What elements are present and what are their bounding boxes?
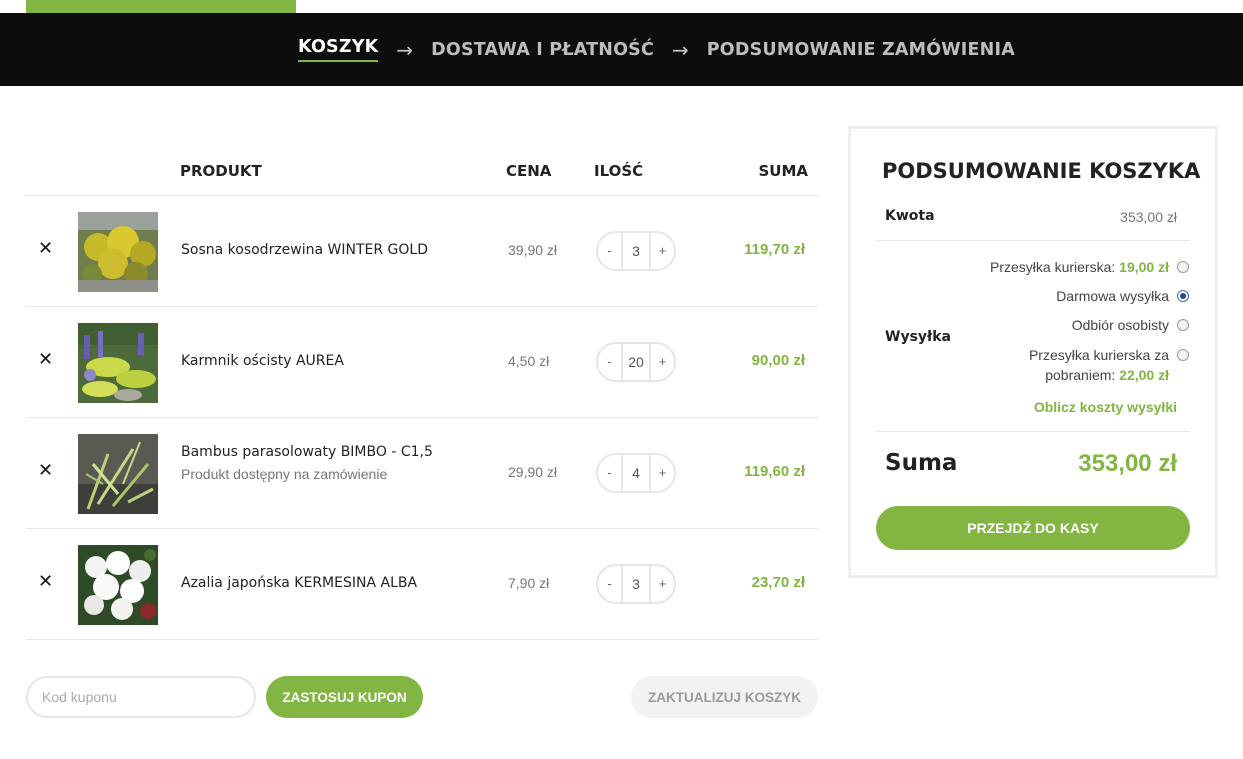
remove-item-icon[interactable]: ✕ <box>38 349 53 370</box>
cart-totals-panel: PODSUMOWANIE KOSZYKA Kwota 353,00 zł Wys… <box>848 126 1218 578</box>
decrement-button[interactable]: - <box>598 344 621 380</box>
line-total: 90,00 zł <box>751 352 805 369</box>
quantity-input[interactable]: 4 <box>621 455 651 491</box>
cart-row: ✕ Azalia japońska KERMESINA ALBA 7,90 zł… <box>26 529 818 640</box>
line-total: 23,70 zł <box>751 574 805 591</box>
shipping-option-cod[interactable]: Przesyłka kurierska za pobraniem: 22,00 … <box>1029 345 1189 385</box>
step-delivery-payment[interactable]: DOSTAWA I PŁATNOŚĆ <box>431 40 654 60</box>
shipping-option-label: Przesyłka kurierska: <box>990 259 1116 275</box>
line-total: 119,60 zł <box>744 463 805 480</box>
subtotal-value: 353,00 zł <box>1120 209 1177 225</box>
column-header-total: SUMA <box>758 162 808 180</box>
update-cart-button[interactable]: ZAKTUALIZUJ KOSZYK <box>631 676 818 718</box>
quantity-stepper: - 3 + <box>596 231 676 271</box>
increment-button[interactable]: + <box>651 566 674 602</box>
calculate-shipping-link[interactable]: Oblicz koszty wysyłki <box>1034 399 1177 415</box>
cart-table-header: PRODUKT CENA ILOŚĆ SUMA <box>26 150 818 196</box>
cart-row: ✕ Bambus parasolowaty BIMBO - C1,5 Produ… <box>26 418 818 529</box>
column-header-product: PRODUKT <box>180 162 262 180</box>
product-price: 39,90 zł <box>508 242 558 258</box>
shipping-option-pickup[interactable]: Odbiór osobisty <box>1072 315 1189 335</box>
shipping-option-free[interactable]: Darmowa wysyłka <box>1056 286 1189 306</box>
column-header-qty: ILOŚĆ <box>594 162 644 180</box>
product-image[interactable] <box>78 323 158 403</box>
subtotal-label: Kwota <box>885 208 935 224</box>
top-accent-bar <box>26 0 296 13</box>
radio-button[interactable] <box>1177 349 1189 361</box>
cart-row: ✕ Sosna kosodrzewina WINTER GOLD 39,90 z… <box>26 196 818 307</box>
shipping-option-label-line2: pobraniem: <box>1045 367 1116 383</box>
shipping-option-price: 22,00 zł <box>1119 367 1169 383</box>
quantity-stepper: - 4 + <box>596 453 676 493</box>
quantity-stepper: - 3 + <box>596 564 676 604</box>
order-total-value: 353,00 zł <box>1078 450 1177 477</box>
line-total: 119,70 zł <box>744 241 805 258</box>
product-name[interactable]: Bambus parasolowaty BIMBO - C1,5 <box>181 444 433 460</box>
availability-note: Produkt dostępny na zamówienie <box>181 466 388 482</box>
order-total-label: Suma <box>885 450 958 476</box>
product-name[interactable]: Karmnik ościsty AUREA <box>181 353 344 369</box>
apply-coupon-button[interactable]: ZASTOSUJ KUPON <box>266 676 423 718</box>
divider <box>876 431 1190 432</box>
product-image[interactable] <box>78 434 158 514</box>
product-image[interactable] <box>78 545 158 625</box>
quantity-input[interactable]: 20 <box>621 344 651 380</box>
coupon-code-input[interactable] <box>26 676 256 718</box>
cart-totals-title: PODSUMOWANIE KOSZYKA <box>882 159 1201 183</box>
step-cart[interactable]: KOSZYK <box>298 37 379 62</box>
step-order-summary[interactable]: PODSUMOWANIE ZAMÓWIENIA <box>707 40 1015 60</box>
increment-button[interactable]: + <box>651 455 674 491</box>
increment-button[interactable]: + <box>651 233 674 269</box>
remove-item-icon[interactable]: ✕ <box>38 460 53 481</box>
product-name[interactable]: Azalia japońska KERMESINA ALBA <box>181 575 417 591</box>
quantity-input[interactable]: 3 <box>621 566 651 602</box>
radio-button[interactable] <box>1177 319 1189 331</box>
product-name[interactable]: Sosna kosodrzewina WINTER GOLD <box>181 242 428 258</box>
shipping-option-label-line1: Przesyłka kurierska za <box>1028 347 1169 363</box>
shipping-option-label: Odbiór osobisty <box>1071 317 1169 333</box>
shipping-option-label: Darmowa wysyłka <box>1056 288 1169 304</box>
divider <box>876 240 1190 241</box>
quantity-input[interactable]: 3 <box>621 233 651 269</box>
arrow-right-icon: → <box>672 37 689 62</box>
product-price: 4,50 zł <box>508 353 550 369</box>
remove-item-icon[interactable]: ✕ <box>38 571 53 592</box>
cart-table: PRODUKT CENA ILOŚĆ SUMA ✕ Sosna kosodrze… <box>26 150 818 640</box>
arrow-right-icon: → <box>396 37 414 62</box>
shipping-option-courier[interactable]: Przesyłka kurierska: 19,00 zł <box>990 257 1189 277</box>
product-image[interactable] <box>78 212 158 292</box>
remove-item-icon[interactable]: ✕ <box>38 238 53 259</box>
decrement-button[interactable]: - <box>598 455 621 491</box>
shipping-option-price: 19,00 zł <box>1119 259 1169 275</box>
checkout-steps: KOSZYK → DOSTAWA I PŁATNOŚĆ → PODSUMOWAN… <box>298 37 1015 62</box>
quantity-stepper: - 20 + <box>596 342 676 382</box>
product-price: 29,90 zł <box>508 464 558 480</box>
radio-button-checked[interactable] <box>1177 290 1189 302</box>
column-header-price: CENA <box>506 162 552 180</box>
decrement-button[interactable]: - <box>598 566 621 602</box>
product-price: 7,90 zł <box>508 575 550 591</box>
radio-button[interactable] <box>1177 261 1189 273</box>
shipping-label: Wysyłka <box>885 329 951 345</box>
checkout-steps-bar: KOSZYK → DOSTAWA I PŁATNOŚĆ → PODSUMOWAN… <box>0 13 1243 86</box>
proceed-to-checkout-button[interactable]: PRZEJDŹ DO KASY <box>876 506 1190 550</box>
cart-row: ✕ Karmnik ościsty AUREA 4,50 zł - 20 + 9… <box>26 307 818 418</box>
decrement-button[interactable]: - <box>598 233 621 269</box>
increment-button[interactable]: + <box>651 344 674 380</box>
